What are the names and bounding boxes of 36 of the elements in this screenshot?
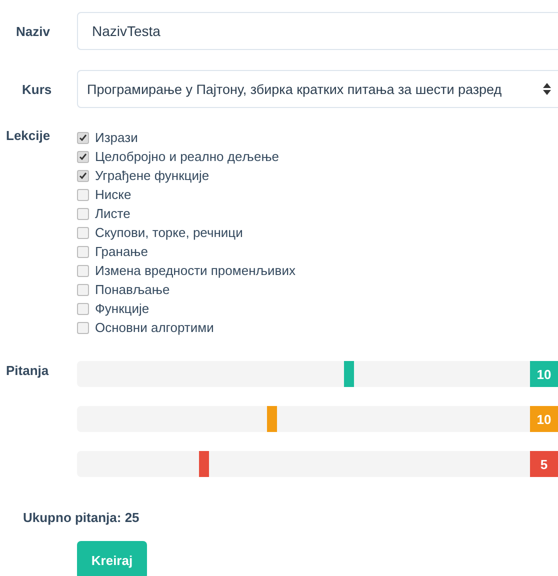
checkbox[interactable] [77, 302, 89, 314]
lesson-label: Ниске [95, 187, 132, 202]
lesson-label: Гранање [95, 244, 148, 259]
total-questions: Ukupno pitanja: 25 [22, 510, 140, 525]
slider-value: 10 [530, 361, 558, 387]
lesson-label: Целобројно и реално дељење [95, 149, 279, 164]
field-label: Naziv [15, 24, 51, 38]
checkbox[interactable] [77, 284, 89, 296]
lessons-label: Lekcije [5, 128, 52, 143]
checkbox[interactable] [77, 132, 89, 144]
slider-thumb[interactable] [344, 361, 354, 387]
checkbox[interactable] [77, 208, 89, 220]
lesson-label: Скупови, торке, речници [95, 225, 243, 240]
checkbox[interactable] [77, 264, 89, 276]
checkbox[interactable] [77, 226, 89, 238]
lesson-label: Функције [95, 301, 150, 316]
slider-value: 10 [530, 406, 558, 432]
field-label: Kurs [21, 82, 53, 96]
checkbox[interactable] [77, 150, 89, 162]
checkbox[interactable] [77, 188, 89, 200]
slider-thumb[interactable] [199, 451, 210, 477]
lesson-label: Измена вредности променљивих [95, 263, 296, 278]
lesson-label: Уграђене функције [95, 168, 210, 183]
slider-thumb[interactable] [267, 406, 278, 432]
name-field[interactable]: NazivTesta [77, 12, 558, 50]
lesson-label: Изрази [95, 130, 138, 145]
lesson-label: Понављање [95, 282, 170, 297]
checkbox[interactable] [77, 246, 89, 258]
sort-arrows-icon [543, 83, 551, 95]
questions-label: Pitanja [5, 362, 50, 378]
lesson-label: Основни алгортими [95, 320, 214, 335]
checkbox[interactable] [77, 322, 89, 334]
lesson-label: Листе [95, 206, 130, 221]
slider-value: 5 [530, 451, 558, 477]
course-select[interactable]: Програмирање у Пајтону, збирка кратких питања за шести разред [77, 70, 558, 108]
checkbox[interactable] [77, 170, 89, 182]
